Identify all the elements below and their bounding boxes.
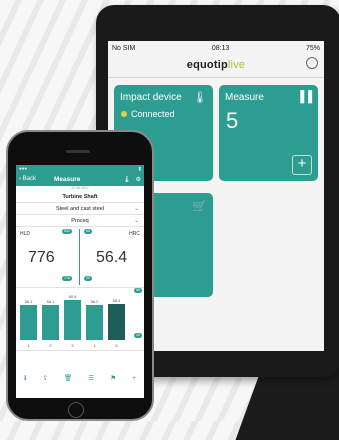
phone-screen: ●●● ▮ ‹ Back Measure 🌡 ⚙ 22.06.2017 Turbi… xyxy=(16,165,144,398)
settings-icon[interactable] xyxy=(306,57,318,69)
app-header: equotiplive xyxy=(108,53,324,78)
chart-value-label: 56.3 xyxy=(24,298,33,304)
phone-nav-bar: ‹ Back Measure 🌡 ⚙ xyxy=(16,172,144,186)
doc-icon[interactable]: ☰ xyxy=(88,374,94,382)
gear-icon[interactable]: ⚙ xyxy=(136,176,141,183)
share-icon[interactable]: ⇪ xyxy=(43,374,48,382)
flag-icon[interactable]: ⚑ xyxy=(110,374,116,382)
chart-value-label: 56.4 xyxy=(112,298,121,304)
chart-value-label: 56.1 xyxy=(46,298,55,304)
add-measurement-button[interactable]: + xyxy=(292,155,312,175)
right-scale-label: HRC xyxy=(129,231,140,237)
chart-index-label: 3 xyxy=(71,343,74,348)
left-bottom-badge: 776 xyxy=(62,276,72,281)
object-name[interactable]: Turbine Shaft xyxy=(16,191,144,203)
nav-title: Measure xyxy=(54,175,81,183)
status-bar: No SIM 08:13 75% xyxy=(108,41,324,53)
bar-chart-icon: ▐▐ xyxy=(296,91,312,103)
phone-status-bar: ●●● ▮ xyxy=(16,165,144,172)
app-logo: equotiplive xyxy=(186,59,246,71)
impact-device-title: Impact device xyxy=(120,92,182,103)
connected-dot-icon xyxy=(121,111,127,117)
measurement-chart: 65 20 56.3 1 56.1 2 60.6 3 56.2 4 56.4 5 xyxy=(16,288,144,351)
delete-icon[interactable]: 🗑 xyxy=(64,374,72,382)
measure-title: Measure xyxy=(225,92,264,103)
right-top-badge: 65 xyxy=(84,229,92,234)
clock: 08:13 xyxy=(211,44,230,52)
home-button[interactable] xyxy=(68,402,84,418)
back-button[interactable]: ‹ Back xyxy=(19,176,36,182)
add-icon[interactable]: + xyxy=(132,375,136,382)
chart-bar[interactable] xyxy=(86,304,103,340)
chart-value-label: 56.2 xyxy=(90,298,99,304)
info-icon[interactable]: ℹ xyxy=(24,374,26,382)
bottom-toolbar: ℹ ⇪ 🗑 ☰ ⚑ + xyxy=(16,372,144,384)
chart-bar[interactable] xyxy=(20,304,37,340)
chart-bar[interactable] xyxy=(108,304,125,340)
chart-value-label: 60.6 xyxy=(68,294,77,300)
measurement-panel: HLD 830 776 776 HRC 65 20 56.4 xyxy=(16,227,144,288)
left-scale-label: HLD xyxy=(20,231,31,237)
connection-status: Connected xyxy=(121,109,175,119)
speaker xyxy=(66,150,90,153)
chart-index-label: 2 xyxy=(49,343,52,348)
chart-bottom-mark: 20 xyxy=(134,333,142,338)
cart-icon: 🛒 xyxy=(192,199,207,213)
right-bottom-badge: 20 xyxy=(84,276,92,281)
phone-device: ●●● ▮ ‹ Back Measure 🌡 ⚙ 22.06.2017 Turbi… xyxy=(6,130,154,421)
probe-icon: 🌡 xyxy=(193,92,207,104)
nav-icons: 🌡 ⚙ xyxy=(123,176,141,183)
chart-bar[interactable] xyxy=(42,304,59,340)
material-select[interactable]: Steel and cast steel ⌄ xyxy=(16,203,144,215)
chart-index-label: 4 xyxy=(93,343,96,348)
probe-nav-icon[interactable]: 🌡 xyxy=(123,176,131,183)
carrier-label: No SIM xyxy=(112,44,136,52)
left-value: 776 xyxy=(28,249,55,266)
battery-label: 75% xyxy=(305,44,320,52)
chart-top-mark: 65 xyxy=(134,288,142,293)
chart-index-label: 1 xyxy=(27,343,30,348)
scale-divider xyxy=(79,229,80,285)
measure-tile[interactable]: Measure ▐▐ 5 + xyxy=(219,85,318,181)
device-select[interactable]: Proceq ⌄ xyxy=(16,215,144,227)
measure-count: 5 xyxy=(226,108,239,133)
chart-bar[interactable] xyxy=(64,300,81,340)
left-top-badge: 830 xyxy=(62,229,72,234)
right-value: 56.4 xyxy=(96,249,128,266)
chart-index-label: 5 xyxy=(115,343,118,348)
